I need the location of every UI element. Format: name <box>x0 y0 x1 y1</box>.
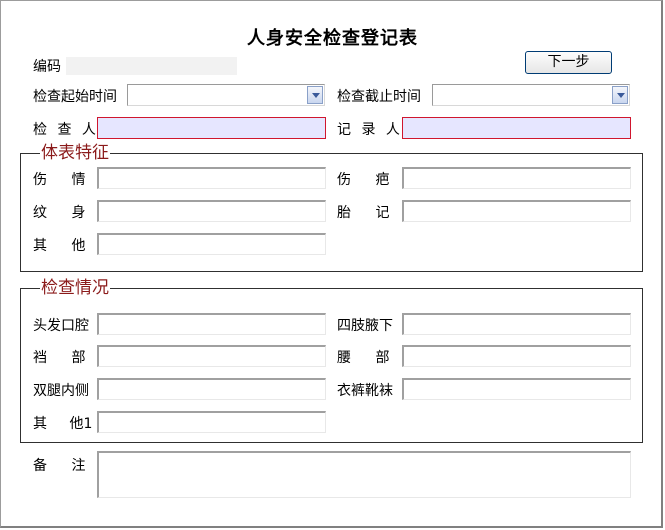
crotch-input[interactable] <box>97 345 326 367</box>
hair-mouth-label: 头发口腔 <box>33 318 89 334</box>
crotch-label: 裆 部 <box>33 350 86 366</box>
inspector-input[interactable] <box>97 117 326 139</box>
chevron-down-icon[interactable] <box>612 86 628 104</box>
other-input[interactable] <box>97 233 326 255</box>
end-time-select[interactable] <box>432 84 630 106</box>
other-label: 其 他 <box>33 238 86 254</box>
waist-input[interactable] <box>402 345 631 367</box>
form-title: 人身安全检查登记表 <box>247 28 418 49</box>
end-time-label: 检查截止时间 <box>337 89 421 105</box>
inspector-label: 检 查 人 <box>33 122 99 138</box>
hair-mouth-input[interactable] <box>97 313 326 335</box>
inner-thigh-input[interactable] <box>97 378 326 400</box>
other1-input[interactable] <box>97 411 326 433</box>
inner-thigh-label: 双腿内侧 <box>33 383 89 399</box>
chevron-down-icon[interactable] <box>307 86 323 104</box>
other1-label: 其 他1 <box>33 416 93 432</box>
scar-input[interactable] <box>402 167 631 189</box>
body-features-legend: 体表特征 <box>40 143 110 163</box>
waist-label: 腰 部 <box>337 350 390 366</box>
code-field <box>66 57 237 75</box>
recorder-label: 记 录 人 <box>337 122 403 138</box>
scar-label: 伤 疤 <box>337 172 390 188</box>
next-step-button[interactable]: 下一步 <box>525 51 612 74</box>
limbs-armpit-input[interactable] <box>402 313 631 335</box>
tattoo-label: 纹 身 <box>33 205 86 221</box>
recorder-input[interactable] <box>402 117 631 139</box>
tattoo-input[interactable] <box>97 200 326 222</box>
code-label: 编码 <box>33 59 61 75</box>
start-time-select[interactable] <box>127 84 325 106</box>
birthmark-input[interactable] <box>402 200 631 222</box>
inspection-legend: 检查情况 <box>40 278 110 298</box>
birthmark-label: 胎 记 <box>337 205 390 221</box>
limbs-armpit-label: 四肢腋下 <box>337 318 393 334</box>
remarks-label: 备 注 <box>33 458 86 474</box>
injury-input[interactable] <box>97 167 326 189</box>
injury-label: 伤 情 <box>33 172 86 188</box>
clothing-label: 衣裤靴袜 <box>337 383 393 399</box>
clothing-input[interactable] <box>402 378 631 400</box>
start-time-label: 检查起始时间 <box>33 89 117 105</box>
remarks-textarea[interactable] <box>97 451 631 498</box>
